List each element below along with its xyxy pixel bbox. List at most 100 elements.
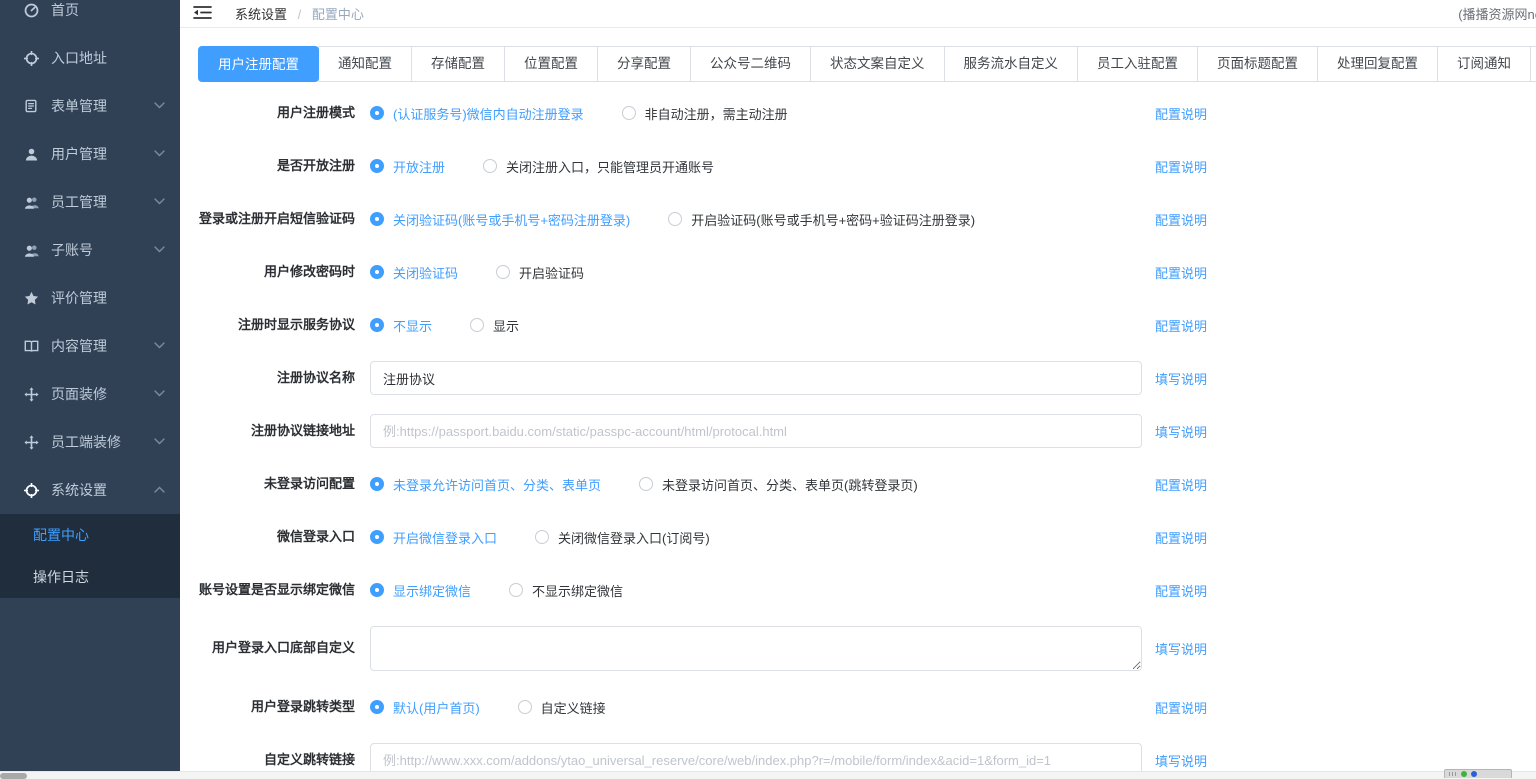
radio-option[interactable]: 未登录允许访问首页、分类、表单页 bbox=[370, 475, 601, 494]
tab-notify-config[interactable]: 通知配置 bbox=[318, 46, 412, 82]
config-help-link[interactable]: 配置说明 bbox=[1155, 316, 1207, 335]
config-help-link[interactable]: 配置说明 bbox=[1155, 528, 1207, 547]
tab-log-debug-config[interactable]: 日志&调试配置 bbox=[1530, 46, 1536, 82]
submenu-item-config-center[interactable]: 配置中心 bbox=[0, 514, 180, 556]
radio-label: 显示 bbox=[493, 316, 519, 335]
form-icon bbox=[23, 98, 39, 114]
sidebar-item-staff-management[interactable]: 员工管理 bbox=[0, 178, 180, 226]
fill-help-link[interactable]: 填写说明 bbox=[1155, 422, 1207, 441]
fill-help-link[interactable]: 填写说明 bbox=[1155, 639, 1207, 658]
radio-icon bbox=[470, 318, 484, 332]
sidebar-item-form-management[interactable]: 表单管理 bbox=[0, 82, 180, 130]
submenu-item-operation-log[interactable]: 操作日志 bbox=[0, 556, 180, 598]
chevron-down-icon bbox=[154, 246, 166, 254]
breadcrumb-separator: / bbox=[298, 7, 302, 22]
radio-option[interactable]: 默认(用户首页) bbox=[370, 698, 480, 717]
tab-location-config[interactable]: 位置配置 bbox=[504, 46, 598, 82]
config-help-link[interactable]: 配置说明 bbox=[1155, 581, 1207, 600]
config-help-link[interactable]: 配置说明 bbox=[1155, 104, 1207, 123]
row-label: 登录或注册开启短信验证码 bbox=[199, 211, 363, 228]
submenu-item-label: 操作日志 bbox=[33, 567, 89, 587]
sidebar-item-page-decoration[interactable]: 页面装修 bbox=[0, 370, 180, 418]
login-footer-custom-textarea[interactable] bbox=[370, 626, 1142, 671]
form-row-agreement-url: 注册协议链接地址 填写说明 bbox=[199, 414, 1536, 448]
sidebar-item-label: 入口地址 bbox=[51, 48, 166, 68]
row-label: 注册协议链接地址 bbox=[199, 423, 363, 440]
sidebar-item-label: 用户管理 bbox=[51, 144, 154, 164]
config-help-link[interactable]: 配置说明 bbox=[1155, 263, 1207, 282]
form-row-change-password-captcha: 用户修改密码时 关闭验证码 开启验证码 配置说明 bbox=[199, 255, 1536, 289]
row-label: 用户登录跳转类型 bbox=[199, 699, 363, 716]
sidebar-item-content-management[interactable]: 内容管理 bbox=[0, 322, 180, 370]
user-register-config-form: 用户注册模式 (认证服务号)微信内自动注册登录 非自动注册，需主动注册 配置说明… bbox=[199, 96, 1536, 777]
sidebar-item-label: 内容管理 bbox=[51, 336, 154, 356]
radio-option[interactable]: 关闭注册入口，只能管理员开通账号 bbox=[483, 157, 714, 176]
users-icon bbox=[23, 194, 39, 210]
browser-extension-widget[interactable] bbox=[1444, 769, 1512, 778]
radio-option[interactable]: 关闭验证码(账号或手机号+密码注册登录) bbox=[370, 210, 630, 229]
radio-option[interactable]: 不显示 bbox=[370, 316, 432, 335]
form-row-guest-access: 未登录访问配置 未登录允许访问首页、分类、表单页 未登录访问首页、分类、表单页(… bbox=[199, 467, 1536, 501]
radio-option[interactable]: 开启微信登录入口 bbox=[370, 528, 497, 547]
form-row-agreement-name: 注册协议名称 填写说明 bbox=[199, 361, 1536, 395]
submenu-item-label: 配置中心 bbox=[33, 525, 89, 545]
tab-user-register-config[interactable]: 用户注册配置 bbox=[198, 46, 319, 82]
chevron-up-icon bbox=[154, 486, 166, 494]
sidebar-item-entry-address[interactable]: 入口地址 bbox=[0, 34, 180, 82]
tab-subscribe-notify[interactable]: 订阅通知 bbox=[1437, 46, 1531, 82]
tab-storage-config[interactable]: 存储配置 bbox=[411, 46, 505, 82]
radio-option[interactable]: 非自动注册，需主动注册 bbox=[622, 104, 788, 123]
sidebar-item-user-management[interactable]: 用户管理 bbox=[0, 130, 180, 178]
scrollbar-thumb[interactable] bbox=[0, 773, 27, 779]
radio-option[interactable]: 显示绑定微信 bbox=[370, 581, 471, 600]
tab-handle-reply-config[interactable]: 处理回复配置 bbox=[1317, 46, 1438, 82]
config-help-link[interactable]: 配置说明 bbox=[1155, 698, 1207, 717]
radio-label: 关闭微信登录入口(订阅号) bbox=[558, 528, 710, 547]
sidebar-item-home[interactable]: 首页 bbox=[0, 0, 180, 34]
dashboard-icon bbox=[23, 2, 39, 18]
radio-option[interactable]: 关闭验证码 bbox=[370, 263, 458, 282]
sidebar-item-label: 评价管理 bbox=[51, 288, 166, 308]
collapse-sidebar-icon[interactable] bbox=[193, 3, 213, 21]
radio-option[interactable]: 自定义链接 bbox=[518, 698, 606, 717]
radio-label: (认证服务号)微信内自动注册登录 bbox=[393, 104, 584, 123]
fill-help-link[interactable]: 填写说明 bbox=[1155, 751, 1207, 770]
move-icon bbox=[23, 434, 39, 450]
tab-service-flow-custom[interactable]: 服务流水自定义 bbox=[944, 46, 1079, 82]
chevron-down-icon bbox=[154, 438, 166, 446]
sidebar-item-staff-decoration[interactable]: 员工端装修 bbox=[0, 418, 180, 466]
tab-status-text-custom[interactable]: 状态文案自定义 bbox=[810, 46, 945, 82]
fill-help-link[interactable]: 填写说明 bbox=[1155, 369, 1207, 388]
radio-option[interactable]: 开启验证码(账号或手机号+密码+验证码注册登录) bbox=[668, 210, 975, 229]
radio-icon bbox=[370, 212, 384, 226]
agreement-url-input[interactable] bbox=[370, 414, 1142, 448]
tab-staff-join-config[interactable]: 员工入驻配置 bbox=[1077, 46, 1198, 82]
radio-option[interactable]: 未登录访问首页、分类、表单页(跳转登录页) bbox=[639, 475, 918, 494]
form-row-show-bind-wechat: 账号设置是否显示绑定微信 显示绑定微信 不显示绑定微信 配置说明 bbox=[199, 573, 1536, 607]
radio-icon bbox=[483, 159, 497, 173]
row-label: 微信登录入口 bbox=[199, 529, 363, 546]
sidebar-item-system-settings[interactable]: 系统设置 bbox=[0, 466, 180, 514]
radio-icon bbox=[509, 583, 523, 597]
config-help-link[interactable]: 配置说明 bbox=[1155, 157, 1207, 176]
radio-option[interactable]: 开放注册 bbox=[370, 157, 445, 176]
config-help-link[interactable]: 配置说明 bbox=[1155, 475, 1207, 494]
radio-option[interactable]: 不显示绑定微信 bbox=[509, 581, 623, 600]
config-help-link[interactable]: 配置说明 bbox=[1155, 210, 1207, 229]
radio-option[interactable]: 开启验证码 bbox=[496, 263, 584, 282]
site-name-text: (播播资源网ne bbox=[1458, 4, 1536, 23]
book-icon bbox=[23, 338, 39, 354]
radio-option[interactable]: (认证服务号)微信内自动注册登录 bbox=[370, 104, 584, 123]
agreement-name-input[interactable] bbox=[370, 361, 1142, 395]
row-label: 自定义跳转链接 bbox=[199, 752, 363, 769]
tab-official-qrcode[interactable]: 公众号二维码 bbox=[690, 46, 811, 82]
row-label: 未登录访问配置 bbox=[199, 476, 363, 493]
sidebar-item-sub-account[interactable]: 子账号 bbox=[0, 226, 180, 274]
horizontal-scrollbar[interactable] bbox=[0, 771, 1536, 779]
sidebar-item-review-management[interactable]: 评价管理 bbox=[0, 274, 180, 322]
radio-label: 未登录访问首页、分类、表单页(跳转登录页) bbox=[662, 475, 918, 494]
tab-share-config[interactable]: 分享配置 bbox=[597, 46, 691, 82]
radio-option[interactable]: 关闭微信登录入口(订阅号) bbox=[535, 528, 710, 547]
tab-page-title-config[interactable]: 页面标题配置 bbox=[1197, 46, 1318, 82]
radio-option[interactable]: 显示 bbox=[470, 316, 519, 335]
